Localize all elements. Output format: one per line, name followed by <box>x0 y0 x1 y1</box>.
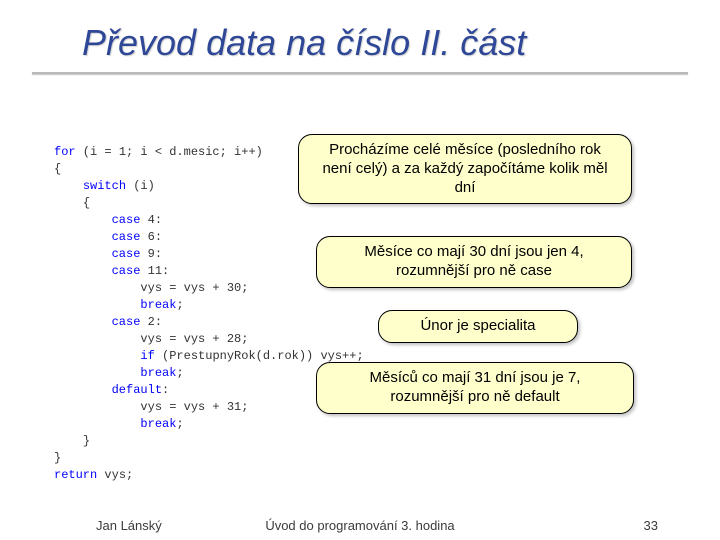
kw-case: case <box>112 264 141 278</box>
kw-default: default <box>112 383 162 397</box>
slide-number: 33 <box>644 518 658 533</box>
code-text: 11: <box>140 264 169 278</box>
code-text: } <box>83 434 90 448</box>
kw-break: break <box>140 366 176 380</box>
kw-break: break <box>140 417 176 431</box>
code-text: 2: <box>140 315 162 329</box>
callout-loop-explain: Procházíme celé měsíce (posledního rok n… <box>298 134 632 204</box>
code-text: 9: <box>140 247 162 261</box>
code-text: (i) <box>126 179 155 193</box>
title-underline <box>32 72 688 74</box>
kw-case: case <box>112 213 141 227</box>
kw-case: case <box>112 230 141 244</box>
callout-31days: Měsíců co mají 31 dní jsou je 7, rozumně… <box>316 362 634 414</box>
callout-30days: Měsíce co mají 30 dní jsou jen 4, rozumn… <box>316 236 632 288</box>
kw-return: return <box>54 468 97 482</box>
slide-title: Převod data na číslo II. část <box>0 0 720 64</box>
code-text: (PrestupnyRok(d.rok)) vys++; <box>155 349 364 363</box>
kw-if: if <box>140 349 154 363</box>
code-text: { <box>54 162 61 176</box>
code-text: ; <box>176 417 183 431</box>
code-text: (i = 1; i < d.mesic; i++) <box>76 145 263 159</box>
code-text: ; <box>176 298 183 312</box>
code-text: 4: <box>140 213 162 227</box>
slide: Převod data na číslo II. část for (i = 1… <box>0 0 720 540</box>
kw-for: for <box>54 145 76 159</box>
kw-case: case <box>112 247 141 261</box>
code-text: } <box>54 451 61 465</box>
kw-case: case <box>112 315 141 329</box>
code-text: : <box>162 383 169 397</box>
callout-february: Únor je specialita <box>378 310 578 343</box>
code-text: { <box>83 196 90 210</box>
code-text: ; <box>176 366 183 380</box>
kw-break: break <box>140 298 176 312</box>
code-text: vys = vys + 28; <box>140 332 248 346</box>
kw-switch: switch <box>83 179 126 193</box>
code-text: vys = vys + 31; <box>140 400 248 414</box>
code-text: vys; <box>97 468 133 482</box>
code-text: 6: <box>140 230 162 244</box>
footer-author: Jan Lánský <box>96 518 162 533</box>
code-text: vys = vys + 30; <box>140 281 248 295</box>
